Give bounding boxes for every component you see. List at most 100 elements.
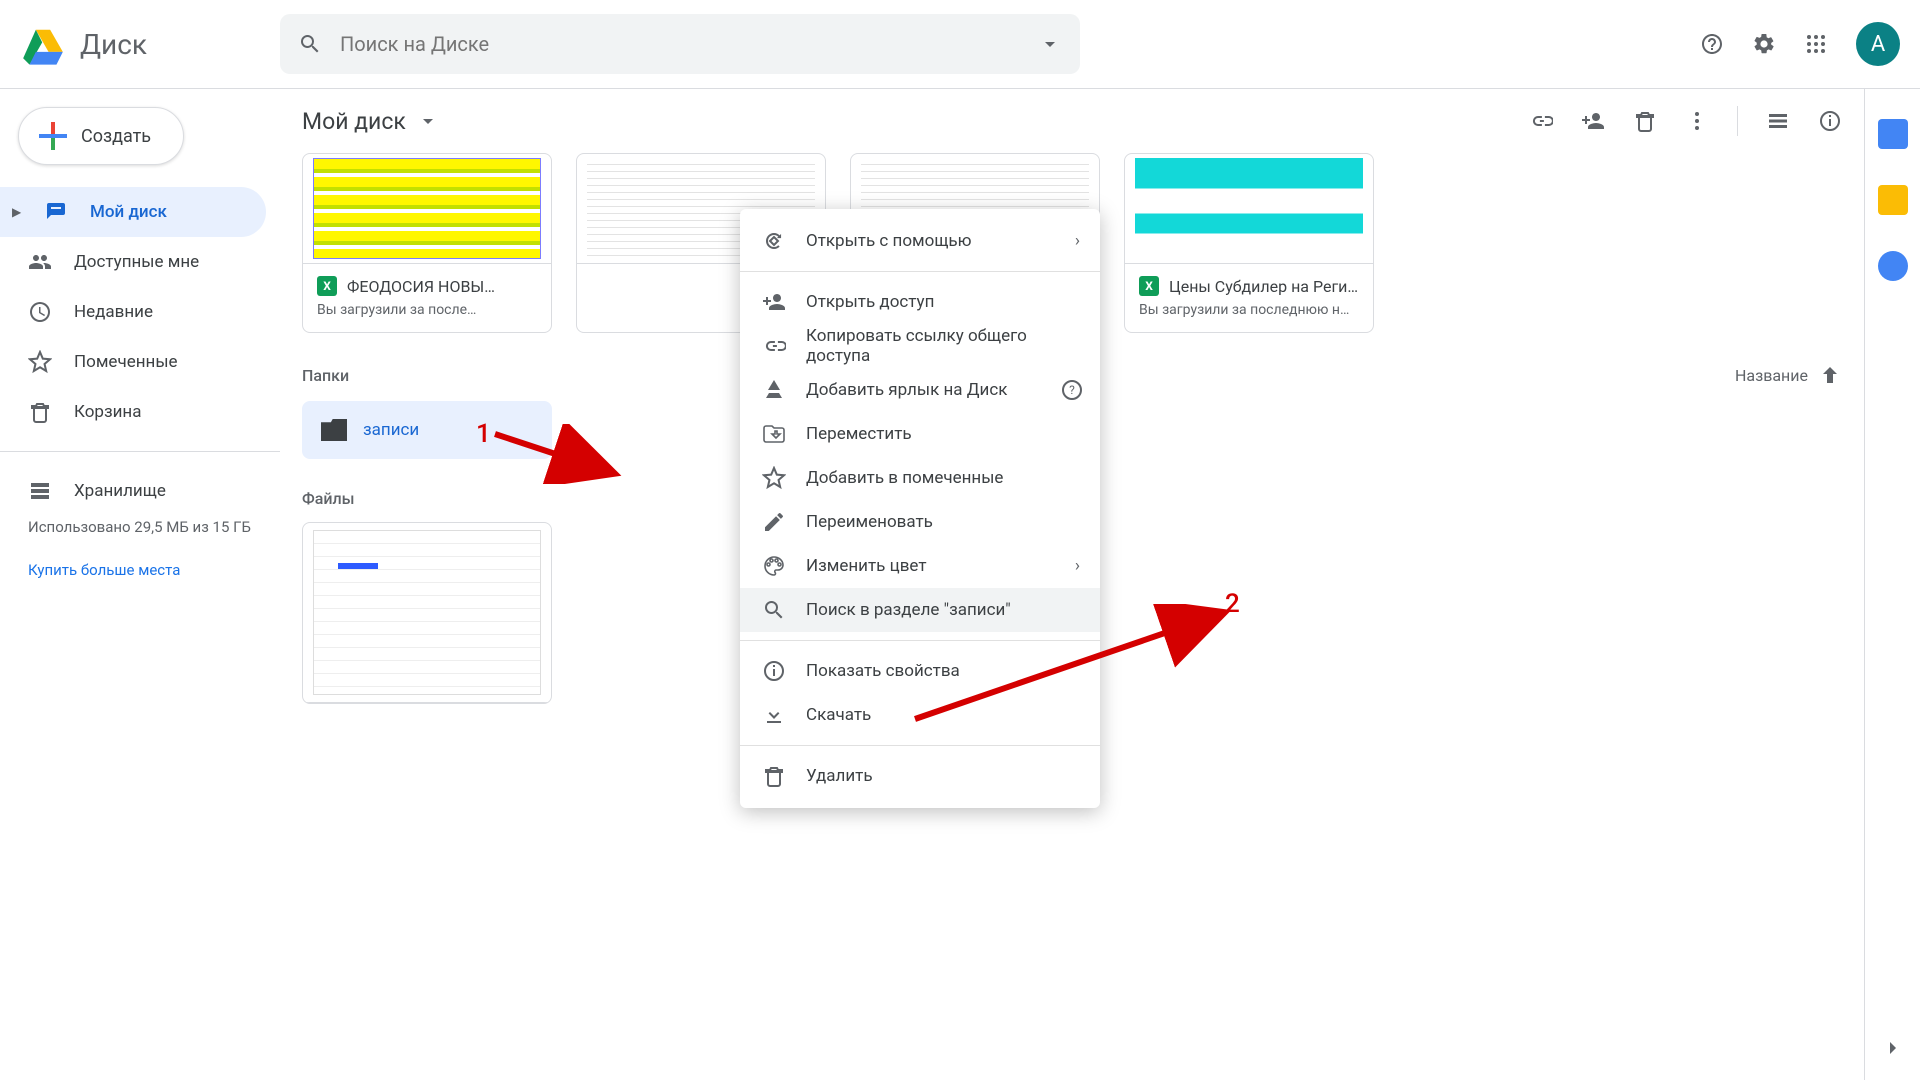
folder-icon [321,419,347,441]
file-card[interactable]: X Цены Субдилер на Реги… Вы загрузили за … [1124,153,1374,333]
file-card[interactable]: X ФЕОДОСИЯ НОВЫ… Вы загрузили за после… [302,153,552,333]
get-link-icon[interactable] [1529,109,1553,133]
sidebar: Создать ▶ Мой диск Доступные мне Недавни… [0,89,280,1080]
side-panel-chevron-icon[interactable] [1881,1036,1905,1060]
ctx-item-label: Поиск в разделе "записи" [806,600,1011,620]
apps-grid-icon[interactable] [1804,32,1828,56]
file-card-title: ФЕОДОСИЯ НОВЫ… [347,277,495,296]
ctx-search-in-folder[interactable]: Поиск в разделе "записи" [740,588,1100,632]
sidebar-item-trash[interactable]: Корзина [0,387,266,437]
file-card-title: Цены Субдилер на Реги… [1169,277,1358,296]
ctx-add-shortcut[interactable]: Добавить ярлык на Диск ? [740,368,1100,412]
star-outline-icon [762,466,786,490]
ctx-rename[interactable]: Переименовать [740,500,1100,544]
plus-icon [39,122,67,150]
search-icon [298,32,322,56]
ctx-copy-link[interactable]: Копировать ссылку общего доступа [740,324,1100,368]
sort-toggle[interactable]: Название [1735,363,1842,387]
section-title: Папки [302,366,349,385]
annotation-number-1: 1 [476,419,491,449]
sidebar-item-label: Недавние [74,302,153,322]
delete-icon[interactable] [1633,109,1657,133]
ctx-move[interactable]: Переместить [740,412,1100,456]
ctx-item-label: Скачать [806,705,871,725]
logo-block[interactable]: Диск [20,23,280,65]
app-header: Диск А [0,0,1920,89]
sidebar-item-shared[interactable]: Доступные мне [0,237,266,287]
info-outline-icon [762,659,786,683]
context-menu: Открыть с помощью › Открыть доступ Копир… [740,209,1100,808]
help-icon[interactable] [1700,32,1724,56]
move-folder-icon [762,422,786,446]
sidebar-item-storage[interactable]: Хранилище [0,466,266,516]
recent-icon [28,300,52,324]
sidebar-item-starred[interactable]: Помеченные [0,337,266,387]
chevron-down-icon [416,109,440,133]
ctx-item-label: Изменить цвет [806,556,927,576]
list-view-icon[interactable] [1766,109,1790,133]
ctx-item-label: Копировать ссылку общего доступа [806,326,1078,366]
sheets-file-icon: X [1139,276,1159,296]
ctx-item-label: Удалить [806,766,873,786]
ctx-item-label: Добавить в помеченные [806,468,1003,488]
account-avatar[interactable]: А [1856,22,1900,66]
ctx-download[interactable]: Скачать [740,693,1100,737]
ctx-change-color[interactable]: Изменить цвет › [740,544,1100,588]
search-bar[interactable] [280,14,1080,74]
ctx-details[interactable]: Показать свойства [740,649,1100,693]
ctx-item-label: Открыть доступ [806,292,934,312]
location-dropdown[interactable]: Мой диск [302,108,440,135]
more-vert-icon[interactable] [1685,109,1709,133]
sidebar-item-label: Доступные мне [74,252,199,272]
ctx-item-label: Переименовать [806,512,933,532]
share-person-icon[interactable] [1581,109,1605,133]
arrow-up-icon [1818,363,1842,387]
side-panel [1864,89,1920,1080]
sidebar-item-recent[interactable]: Недавние [0,287,266,337]
download-icon [762,703,786,727]
sort-label: Название [1735,366,1808,385]
ctx-delete[interactable]: Удалить [740,754,1100,798]
file-card[interactable] [302,522,552,704]
ctx-star[interactable]: Добавить в помеченные [740,456,1100,500]
buy-storage-link[interactable]: Купить больше места [28,559,252,582]
info-icon[interactable] [1818,109,1842,133]
create-button[interactable]: Создать [18,107,184,165]
create-button-label: Создать [81,126,151,147]
sidebar-item-label: Помеченные [74,352,178,372]
storage-icon [28,479,52,503]
sheets-file-icon: X [317,276,337,296]
ctx-share[interactable]: Открыть доступ [740,280,1100,324]
calendar-addon-icon[interactable] [1878,119,1908,149]
shared-icon [28,250,52,274]
folder-item-selected[interactable]: записи [302,401,552,459]
ctx-open-with[interactable]: Открыть с помощью › [740,219,1100,263]
search-options-dropdown-icon[interactable] [1038,32,1062,56]
chevron-right-icon: › [1075,556,1080,576]
ctx-item-label: Переместить [806,424,912,444]
my-drive-icon [44,200,68,224]
help-badge-icon[interactable]: ? [1062,380,1082,400]
ctx-item-label: Открыть с помощью [806,231,972,251]
location-bar: Мой диск [280,89,1864,153]
ctx-item-label: Показать свойства [806,661,960,681]
file-card-subtitle: Вы загрузили за последнюю н… [1125,302,1373,332]
link-icon [762,334,786,358]
expand-caret-icon[interactable]: ▶ [12,205,22,219]
drive-logo-icon [20,23,66,65]
star-icon [28,350,52,374]
location-title: Мой диск [302,108,406,135]
person-add-icon [762,290,786,314]
tasks-addon-icon[interactable] [1878,251,1908,281]
search-icon [762,598,786,622]
keep-addon-icon[interactable] [1878,185,1908,215]
sidebar-item-label: Корзина [74,402,141,422]
search-input[interactable] [340,32,1020,56]
sidebar-item-my-drive[interactable]: ▶ Мой диск [0,187,266,237]
settings-gear-icon[interactable] [1752,32,1776,56]
file-card-subtitle: Вы загрузили за после… [303,302,551,332]
sidebar-item-label: Хранилище [74,481,166,501]
sidebar-item-label: Мой диск [90,202,167,222]
app-name: Диск [80,28,147,61]
trash-icon [28,400,52,424]
